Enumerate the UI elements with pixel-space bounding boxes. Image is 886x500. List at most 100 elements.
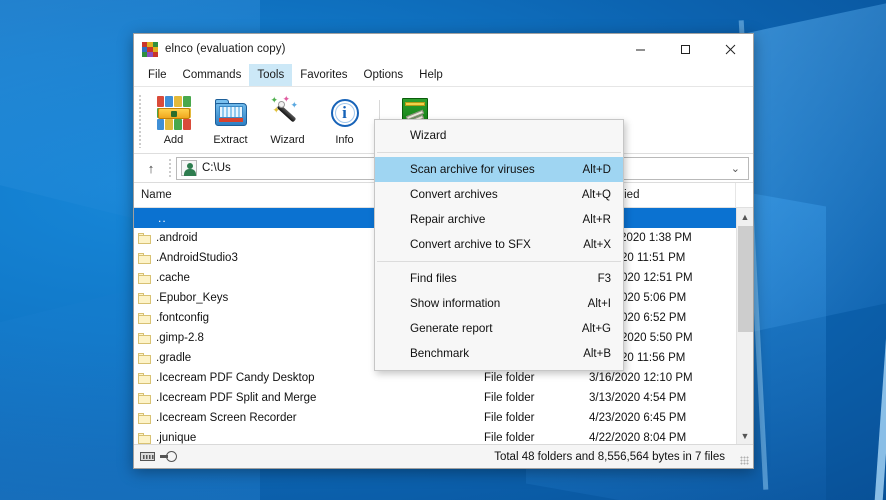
folder-icon <box>138 392 151 404</box>
file-name-label: .. <box>158 211 167 225</box>
maximize-button[interactable] <box>663 34 708 64</box>
toolbar-grip[interactable] <box>138 94 142 148</box>
menu-item-label: Wizard <box>410 129 447 142</box>
table-row[interactable]: .Icecream PDF Candy Desktop File folder 3/… <box>134 368 736 388</box>
file-name-label: .gradle <box>156 352 192 364</box>
extract-folder-icon <box>214 96 248 130</box>
file-name-cell: .Icecream PDF Candy Desktop <box>134 368 424 388</box>
menu-item-label: Repair archive <box>410 213 486 226</box>
menu-item-help[interactable]: Help <box>411 64 451 86</box>
up-one-level-button[interactable]: ↑ <box>138 156 164 180</box>
folder-icon <box>138 232 151 244</box>
toolbar-label-wizard: Wizard <box>270 134 305 146</box>
folder-icon <box>138 252 151 264</box>
file-type-cell: File folder <box>484 412 535 424</box>
menu-item-shortcut: F3 <box>597 272 611 285</box>
folder-icon <box>138 332 151 344</box>
menu-item-label: Find files <box>410 272 457 285</box>
file-size-cell <box>424 368 484 388</box>
title-bar: elnco (evaluation copy) <box>134 34 753 64</box>
file-modified-cell: 3/13/2020 4:54 PM <box>589 392 687 404</box>
menu-item-label: Benchmark <box>410 347 470 360</box>
menu-item-repair-archive[interactable]: Repair archive Alt+R <box>375 207 623 232</box>
menu-item-label: Convert archive to SFX <box>410 238 531 251</box>
file-type-cell: File folder <box>484 392 535 404</box>
toolbar-button-wizard[interactable]: ✦ ✦ ✦ ✦ Wizard <box>259 92 316 150</box>
file-name-label: .Epubor_Keys <box>156 292 229 304</box>
menu-item-shortcut: Alt+I <box>587 297 611 310</box>
file-size-cell <box>424 428 484 444</box>
toolbar-button-extract[interactable]: Extract <box>202 92 259 150</box>
menu-item-label: Convert archives <box>410 188 498 201</box>
file-name-label: .Icecream Screen Recorder <box>156 412 297 424</box>
file-type-cell: File folder <box>484 372 535 384</box>
file-name-cell: .junique <box>134 428 424 444</box>
vertical-scrollbar[interactable]: ▲ ▼ <box>736 208 753 444</box>
close-button[interactable] <box>708 34 753 64</box>
file-type-cell: File folder <box>484 432 535 444</box>
folder-icon <box>138 412 151 424</box>
table-row[interactable]: .junique File folder 4/22/2020 8:04 PM <box>134 428 736 444</box>
menu-item-shortcut: Alt+R <box>582 213 611 226</box>
menu-item-options[interactable]: Options <box>356 64 412 86</box>
file-size-cell <box>424 408 484 428</box>
file-name-cell: .Icecream PDF Split and Merge <box>134 388 424 408</box>
table-row[interactable]: .Icecream Screen Recorder File folder 4/23… <box>134 408 736 428</box>
menu-item-tools[interactable]: Tools <box>249 64 293 86</box>
toolbar-button-add[interactable]: Add <box>145 92 202 150</box>
address-grip[interactable] <box>168 158 172 178</box>
menu-item-label: Scan archive for viruses <box>410 163 535 176</box>
folder-icon <box>138 372 151 384</box>
menu-item-commands[interactable]: Commands <box>175 64 250 86</box>
folder-icon <box>138 352 151 364</box>
tools-dropdown-menu: Wizard Scan archive for viruses Alt+D Conve… <box>374 119 624 371</box>
file-size-cell <box>424 388 484 408</box>
table-row[interactable]: .Icecream PDF Split and Merge File folder… <box>134 388 736 408</box>
menu-separator <box>377 152 621 153</box>
file-name-cell: .Icecream Screen Recorder <box>134 408 424 428</box>
file-name-label: .android <box>156 232 198 244</box>
menu-item-show-information[interactable]: Show information Alt+I <box>375 291 623 316</box>
file-name-label: .Icecream PDF Split and Merge <box>156 392 317 404</box>
menu-item-find-files[interactable]: Find files F3 <box>375 266 623 291</box>
menu-item-generate-report[interactable]: Generate report Alt+G <box>375 316 623 341</box>
menu-item-label: Show information <box>410 297 501 310</box>
folder-icon <box>138 292 151 304</box>
menu-item-wizard[interactable]: Wizard <box>375 123 623 148</box>
menu-item-convert-archive-to-sfx[interactable]: Convert archive to SFX Alt+X <box>375 232 623 257</box>
magic-wand-icon: ✦ ✦ ✦ ✦ <box>271 95 305 130</box>
menu-separator <box>377 261 621 262</box>
file-modified-cell: 4/23/2020 6:45 PM <box>589 412 687 424</box>
key-icon <box>160 451 177 462</box>
scroll-down-arrow-icon[interactable]: ▼ <box>737 427 754 444</box>
menu-item-shortcut: Alt+Q <box>581 188 611 201</box>
folder-icon <box>138 432 151 444</box>
file-name-label: .fontconfig <box>156 312 210 324</box>
scrollbar-thumb[interactable] <box>738 226 753 332</box>
menu-item-shortcut: Alt+G <box>581 322 611 335</box>
info-circle-icon: i <box>328 96 362 130</box>
window-title: elnco (evaluation copy) <box>165 43 286 55</box>
address-value: C:\Us <box>202 162 231 174</box>
menu-item-favorites[interactable]: Favorites <box>292 64 355 86</box>
toolbar-label-info: Info <box>335 134 354 146</box>
minimize-button[interactable] <box>618 34 663 64</box>
menu-item-label: Generate report <box>410 322 493 335</box>
file-name-label: .Icecream PDF Candy Desktop <box>156 372 315 384</box>
chevron-down-icon[interactable]: ⌄ <box>731 162 740 175</box>
folder-icon <box>138 272 151 284</box>
menu-bar: File Commands Tools Favorites Options He… <box>134 64 753 86</box>
menu-item-benchmark[interactable]: Benchmark Alt+B <box>375 341 623 366</box>
toolbar-button-info[interactable]: i Info <box>316 92 373 150</box>
menu-item-scan-archive-for-viruses[interactable]: Scan archive for viruses Alt+D <box>375 157 623 182</box>
file-modified-cell: 4/22/2020 8:04 PM <box>589 432 687 444</box>
menu-item-convert-archives[interactable]: Convert archives Alt+Q <box>375 182 623 207</box>
scroll-up-arrow-icon[interactable]: ▲ <box>737 208 754 225</box>
file-name-label: .cache <box>156 272 190 284</box>
resize-grip[interactable] <box>740 456 749 465</box>
status-bar: Total 48 folders and 8,556,564 bytes in … <box>134 444 753 468</box>
winrar-window: elnco (evaluation copy) File Commands To… <box>133 33 754 469</box>
toolbar-label-add: Add <box>163 134 184 146</box>
menu-item-file[interactable]: File <box>140 64 175 86</box>
window-controls <box>618 34 753 64</box>
